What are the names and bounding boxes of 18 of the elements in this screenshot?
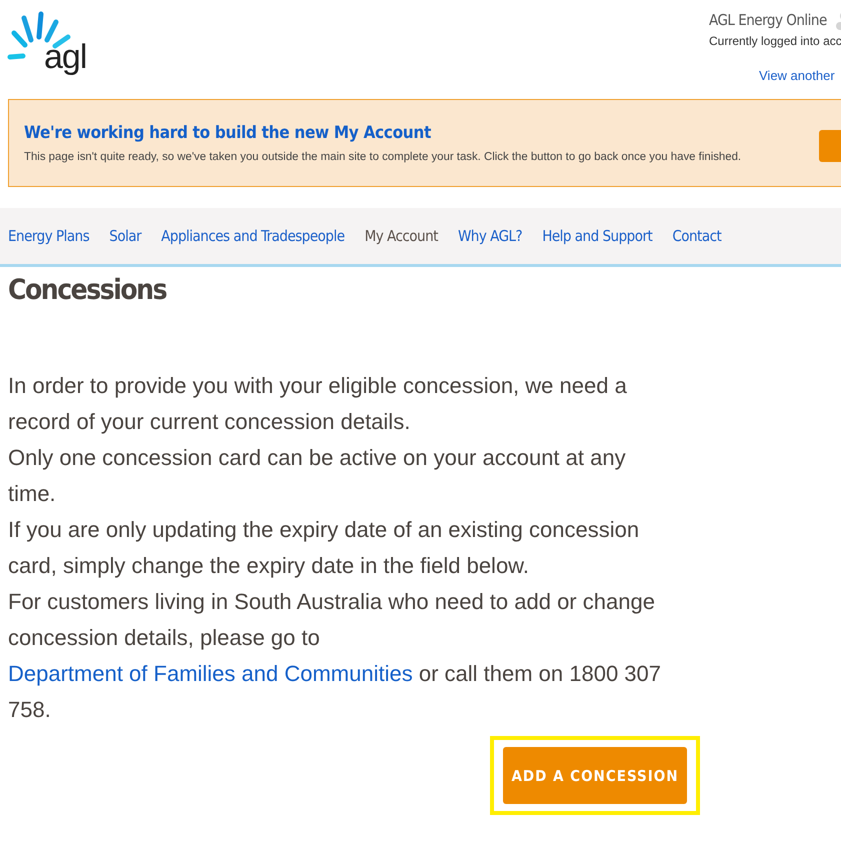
intro-paragraph: For customers living in South Australia who need to add or change concession details, please go to Department of Families and Communities or call them on 1800 307 758. <box>8 588 662 724</box>
nav-link[interactable]: My Account <box>364 227 438 245</box>
nav-link[interactable]: Help and Support <box>542 227 652 245</box>
nav-link[interactable]: Appliances and Tradespeople <box>161 227 345 245</box>
nav-link[interactable]: Why AGL? <box>458 227 522 245</box>
nav-link[interactable]: Solar <box>109 227 142 245</box>
view-another-link[interactable]: View another <box>759 68 835 83</box>
department-link[interactable]: Department of Families and Communities <box>8 661 413 686</box>
banner-message: This page isn't quite ready, so we've taken you outside the main site to complete your task. Click the button to go back once you have finished. <box>24 151 742 163</box>
banner-title: We're working hard to build the new My Account <box>24 123 432 143</box>
nav-link[interactable]: Energy Plans <box>8 227 90 245</box>
intro-paragraph: If you are only updating the expiry date of an existing concession card, simply change the expiry date in the field below. <box>8 516 640 580</box>
intro-paragraph: In order to provide you with your eligible concession, we need a record of your current concession details. <box>8 372 628 436</box>
nav-link[interactable]: Contact <box>672 227 722 245</box>
site-title: AGL Energy Online <box>709 11 827 29</box>
logo-text: agl <box>44 38 86 76</box>
page-title: Concessions <box>8 273 168 306</box>
intro-paragraph: Only one concession card can be active on your account at any time. <box>8 444 627 508</box>
